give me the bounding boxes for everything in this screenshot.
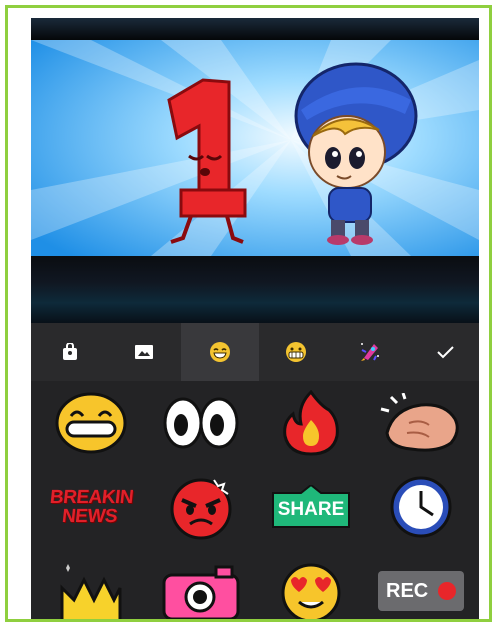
grinning-face-icon xyxy=(55,392,127,454)
hand-icon xyxy=(380,393,459,452)
tab-emoji[interactable] xyxy=(181,323,259,381)
sticker-toolbar xyxy=(31,323,479,381)
check-icon xyxy=(437,346,454,359)
breaking-news-text: BREAKIN NEWS xyxy=(47,487,135,527)
angry-face-icon xyxy=(170,478,232,540)
sticker-fire[interactable] xyxy=(259,381,363,465)
video-frame xyxy=(31,40,479,256)
share-label: SHARE xyxy=(277,499,345,520)
sticker-clapping-hand[interactable] xyxy=(369,381,473,465)
sticker-eyes[interactable] xyxy=(149,381,253,465)
cartoon-scene-image xyxy=(31,40,479,256)
share-badge: SHARE xyxy=(269,485,353,529)
camera-icon xyxy=(162,565,240,619)
sticker-heart-eyes[interactable] xyxy=(259,549,363,619)
sticker-angry-face[interactable] xyxy=(149,465,253,549)
video-preview[interactable] xyxy=(31,18,479,323)
tab-bag[interactable] xyxy=(31,323,109,381)
tab-grin-emoji[interactable] xyxy=(257,323,335,381)
fire-icon xyxy=(283,390,339,456)
sticker-breaking-news[interactable]: BREAKIN NEWS xyxy=(39,465,143,549)
breaking-news-line2: NEWS xyxy=(61,506,119,527)
image-icon xyxy=(135,345,153,359)
sticker-crown[interactable] xyxy=(39,549,143,619)
breaking-news-line1: BREAKIN xyxy=(49,487,135,508)
tab-rocket[interactable] xyxy=(331,323,409,381)
confirm-button[interactable] xyxy=(406,323,479,381)
heart-eyes-face-icon xyxy=(281,563,341,619)
crown-icon xyxy=(60,564,122,619)
rec-badge: REC xyxy=(378,571,464,611)
sticker-camera[interactable] xyxy=(149,549,253,619)
record-dot-icon xyxy=(438,582,456,600)
rec-label: REC xyxy=(386,580,429,602)
sticker-rec[interactable]: REC xyxy=(369,549,473,619)
rocket-icon xyxy=(361,343,379,361)
tab-image[interactable] xyxy=(105,323,183,381)
emoji-icon xyxy=(210,342,230,362)
video-top-letterbox xyxy=(31,18,479,40)
grin-emoji-icon xyxy=(286,342,306,362)
app-screen: BREAKIN NEWS SHARE REC xyxy=(31,18,479,619)
eyes-icon xyxy=(163,397,239,449)
sticker-grinning-face[interactable] xyxy=(39,381,143,465)
sticker-clock[interactable] xyxy=(369,465,473,549)
video-bottom-letterbox xyxy=(31,256,479,323)
sticker-share[interactable]: SHARE xyxy=(259,465,363,549)
bag-icon xyxy=(63,343,77,360)
sticker-grid: BREAKIN NEWS SHARE REC xyxy=(31,381,479,619)
clock-icon xyxy=(390,476,452,538)
